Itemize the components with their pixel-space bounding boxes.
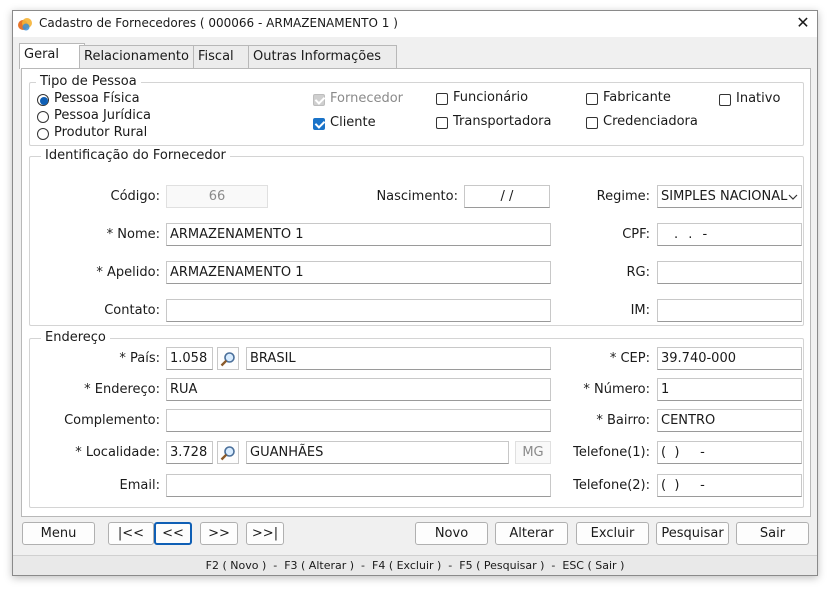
uf-field: MG [515,441,551,464]
window-title: Cadastro de Fornecedores ( 000066 - ARMA… [39,16,398,30]
next-record-button[interactable]: >> [200,522,238,545]
checkbox-fabricante[interactable] [586,93,598,105]
bairro-label: * Bairro: [596,413,650,428]
radio-label: Pessoa Jurídica [54,108,151,123]
novo-button[interactable]: Novo [415,522,488,545]
excluir-button[interactable]: Excluir [576,522,649,545]
cep-field[interactable]: 39.740-000 [657,347,802,370]
rg-label: RG: [626,265,651,280]
group-legend: Identificação do Fornecedor [41,148,230,163]
checkbox-label: Cliente [330,115,376,130]
group-endereco: Endereço * País: 1.058 BRASIL * CEP: 39.… [29,330,804,508]
codigo-field: 66 [166,185,268,208]
pais-label: * País: [119,351,160,366]
previous-record-button[interactable]: << [154,522,192,545]
email-field[interactable] [166,474,551,497]
telefone1-field[interactable]: ( ) - [657,441,802,464]
group-legend: Tipo de Pessoa [36,74,141,89]
alterar-button[interactable]: Alterar [495,522,568,545]
localidade-name-field[interactable]: GUANHÃES [246,441,509,464]
pesquisar-button[interactable]: Pesquisar [656,522,729,545]
group-identificacao: Identificação do Fornecedor Código: 66 N… [29,148,804,326]
localidade-code-field[interactable]: 3.728 [166,441,213,464]
im-field[interactable] [657,299,802,322]
telefone1-label: Telefone(1): [573,445,650,460]
nascimento-label: Nascimento: [376,189,458,204]
tab-relacionamento[interactable]: Relacionamento [79,45,201,69]
numero-field[interactable]: 1 [657,378,802,401]
rg-field[interactable] [657,261,802,284]
contato-label: Contato: [104,303,160,318]
bairro-field[interactable]: CENTRO [657,409,802,432]
cep-label: * CEP: [609,351,650,366]
radio-label: Produtor Rural [54,125,148,140]
telefone2-label: Telefone(2): [573,478,650,493]
complemento-label: Complemento: [64,413,160,428]
app-logo-icon [18,18,32,31]
checkbox-label: Fabricante [603,90,671,105]
checkbox-cliente[interactable] [313,118,325,130]
chevron-down-icon [788,194,798,200]
search-pais-button[interactable] [217,347,239,370]
checkbox-inativo[interactable] [719,94,731,106]
localidade-label: * Localidade: [75,445,160,460]
nome-field[interactable]: ARMAZENAMENTO 1 [166,223,551,246]
nome-label: * Nome: [106,227,160,242]
endereco-label: * Endereço: [84,382,160,397]
checkbox-label: Transportadora [453,114,552,129]
telefone2-field[interactable]: ( ) - [657,474,802,497]
checkbox-credenciadora[interactable] [586,117,598,129]
checkbox-label: Inativo [736,91,781,106]
radio-produtor-rural[interactable] [37,128,49,140]
checkbox-label: Funcionário [453,90,529,105]
codigo-label: Código: [110,189,160,204]
first-record-button[interactable]: |<< [108,522,154,545]
nascimento-field[interactable]: / / [464,185,550,208]
title-bar: Cadastro de Fornecedores ( 000066 - ARMA… [13,11,817,37]
contato-field[interactable] [166,299,551,322]
regime-value: SIMPLES NACIONAL [661,189,788,204]
radio-pessoa-fisica[interactable] [37,94,49,106]
close-icon[interactable]: ✕ [793,13,813,33]
checkbox-transportadora[interactable] [436,117,448,129]
magnifier-icon [220,351,235,366]
checkbox-label: Credenciadora [603,114,698,129]
cpf-field[interactable]: . . - [657,223,802,246]
pais-name-field[interactable]: BRASIL [246,347,551,370]
magnifier-icon [220,445,235,460]
checkbox-funcionario[interactable] [436,93,448,105]
radio-pessoa-juridica[interactable] [37,111,49,123]
email-label: Email: [119,478,160,493]
complemento-field[interactable] [166,409,551,432]
pais-code-field[interactable]: 1.058 [166,347,213,370]
tab-fiscal[interactable]: Fiscal [193,45,255,69]
cpf-label: CPF: [622,227,650,242]
numero-label: * Número: [583,382,650,397]
supplier-window: Cadastro de Fornecedores ( 000066 - ARMA… [12,10,818,576]
last-record-button[interactable]: >>| [246,522,284,545]
status-bar: F2 ( Novo ) - F3 ( Alterar ) - F4 ( Excl… [13,555,817,575]
regime-label: Regime: [596,189,650,204]
sair-button[interactable]: Sair [736,522,809,545]
endereco-field[interactable]: RUA [166,378,551,401]
regime-select[interactable]: SIMPLES NACIONAL [657,185,802,208]
tab-geral[interactable]: Geral [19,43,85,69]
group-tipo-pessoa: Tipo de Pessoa Pessoa Física Pessoa Jurí… [29,74,804,146]
search-localidade-button[interactable] [217,441,239,464]
radio-label: Pessoa Física [54,91,140,106]
apelido-label: * Apelido: [96,265,160,280]
checkbox-label: Fornecedor [330,91,404,106]
apelido-field[interactable]: ARMAZENAMENTO 1 [166,261,551,284]
checkbox-fornecedor [313,94,325,106]
tab-outras-informacoes[interactable]: Outras Informações [248,45,397,69]
tab-page-geral: Tipo de Pessoa Pessoa Física Pessoa Jurí… [21,68,811,517]
group-legend: Endereço [41,330,110,345]
menu-button[interactable]: Menu [22,522,95,545]
im-label: IM: [630,303,650,318]
